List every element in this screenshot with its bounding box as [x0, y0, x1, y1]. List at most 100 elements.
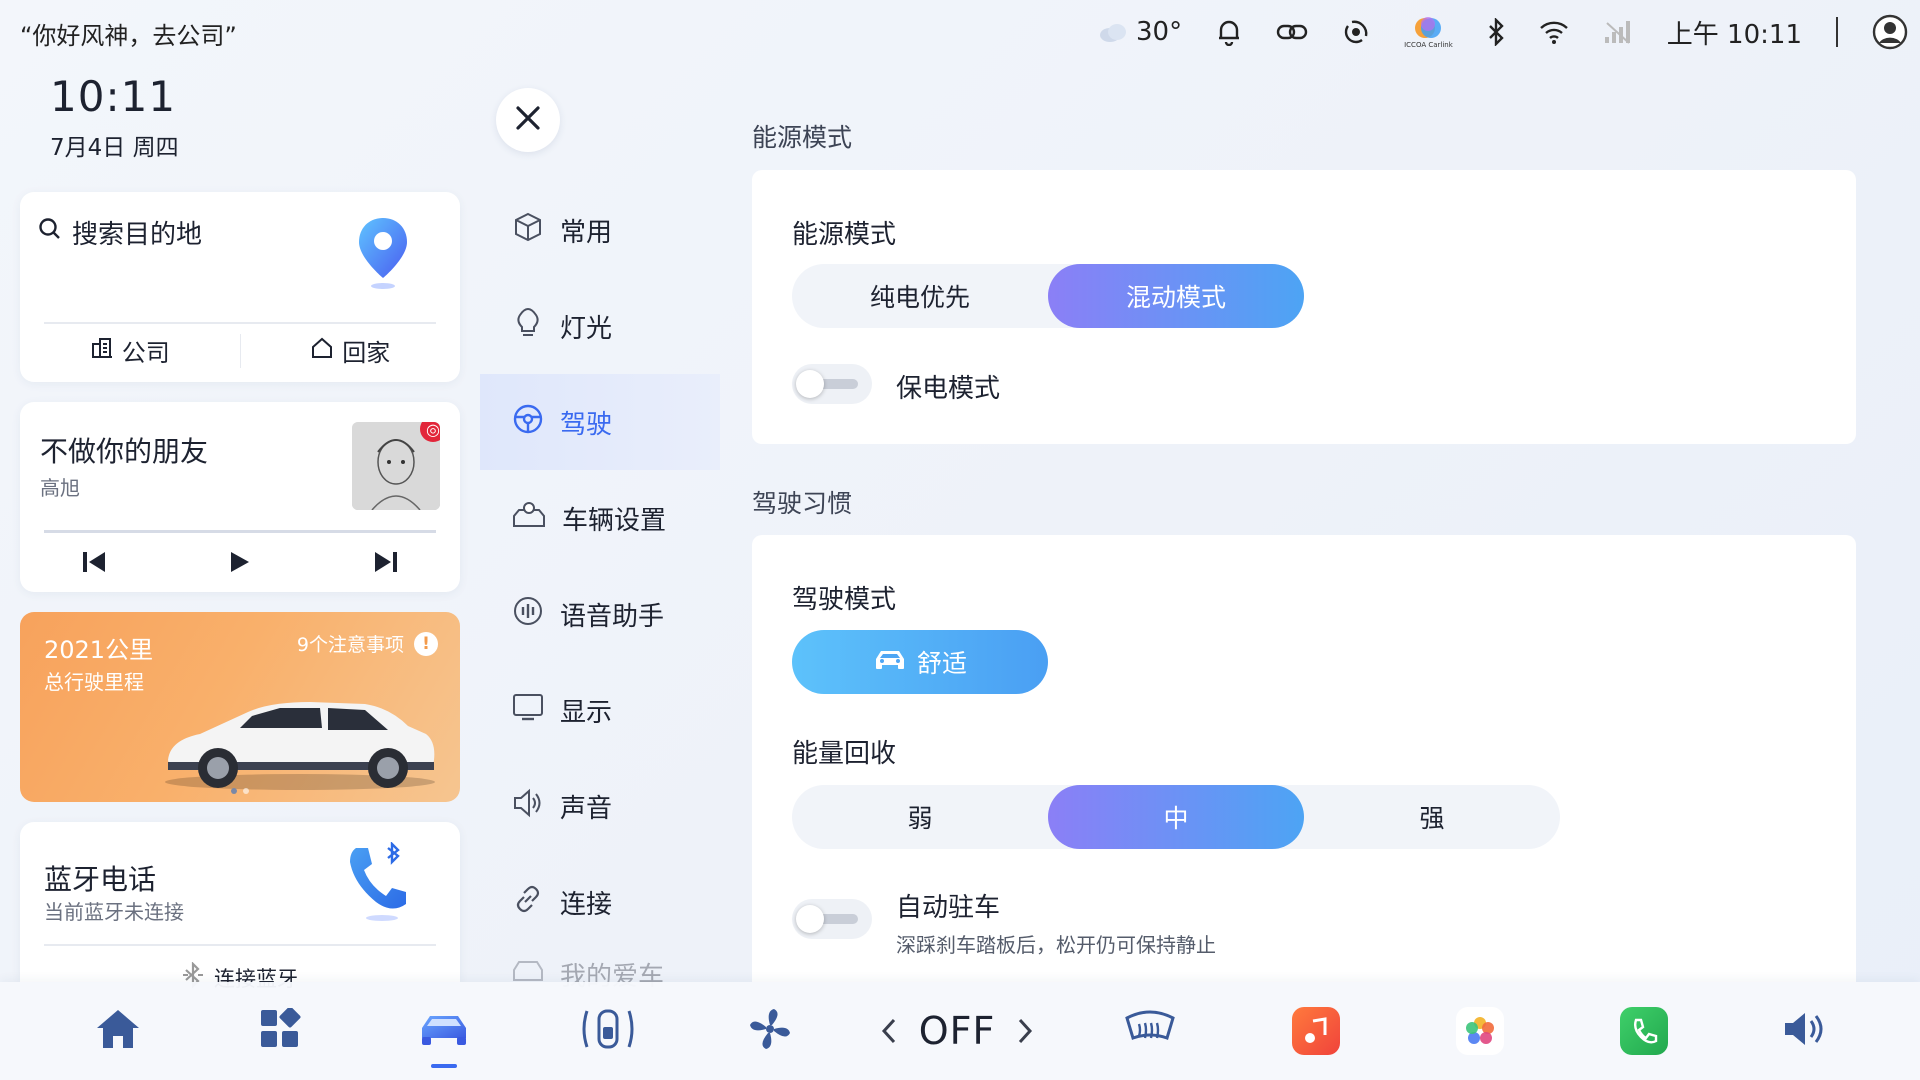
dock-car-button[interactable] [416, 982, 472, 1080]
bulb-icon [512, 307, 544, 346]
drive-mode-value: 舒适 [916, 649, 967, 678]
regen-option-medium[interactable]: 中 [1048, 785, 1304, 849]
notice-badge[interactable]: 9个注意事项 ! [297, 630, 438, 657]
defrost-icon [1123, 1008, 1177, 1054]
seat-icon [579, 1007, 637, 1055]
energy-mode-label: 能源模式 [792, 220, 897, 250]
regen-option-strong[interactable]: 强 [1304, 785, 1560, 849]
link-icon [512, 883, 544, 922]
phone-app-icon [1620, 1007, 1668, 1055]
music-card[interactable]: 不做你的朋友 高旭 ◎ [20, 402, 460, 592]
speaker-icon [512, 788, 544, 825]
home-button[interactable]: 回家 [241, 333, 461, 368]
suv-car-image [160, 682, 440, 796]
status-divider [1836, 17, 1838, 47]
dock-volume-button[interactable] [1780, 982, 1830, 1080]
playback-controls [20, 550, 460, 578]
house-icon [310, 336, 334, 366]
wifi-icon[interactable] [1539, 20, 1569, 44]
apps-icon [259, 1006, 301, 1054]
music-app-icon [1292, 1007, 1340, 1055]
nav-label: 灯光 [560, 313, 613, 344]
company-button[interactable]: 公司 [20, 333, 240, 368]
auto-hold-label: 自动驻车 [896, 893, 1001, 923]
nav-item-display[interactable]: 显示 [480, 662, 720, 758]
energy-option-electric[interactable]: 纯电优先 [792, 264, 1048, 328]
previous-track-icon[interactable] [81, 550, 107, 578]
drive-mode-comfort-button[interactable]: 舒适 [792, 630, 1048, 694]
dock-home-button[interactable] [92, 982, 144, 1080]
nav-label: 车辆设置 [562, 505, 667, 536]
signal-icon [1603, 19, 1633, 45]
bottom-dock: OFF [0, 982, 1920, 1080]
weather[interactable]: 30° [1098, 17, 1182, 47]
dock-music-app[interactable] [1292, 982, 1340, 1080]
dock-seat-button[interactable] [578, 982, 638, 1080]
settings-nav: 常用 灯光 驾驶 车辆设置 语音助手 显示 声音 连接 我的爱车 [480, 182, 720, 990]
energy-recovery-selector: 弱 中 强 [792, 785, 1560, 849]
nav-item-voice-assistant[interactable]: 语音助手 [480, 566, 720, 662]
song-title: 不做你的朋友 [40, 435, 209, 468]
card-separator [44, 944, 436, 946]
photos-app-icon [1456, 1007, 1504, 1055]
dock-apps-button[interactable] [256, 982, 304, 1080]
carlink-icon[interactable]: ICCOA Carlink [1404, 15, 1453, 49]
dock-photos-app[interactable] [1456, 982, 1504, 1080]
progress-bar[interactable] [44, 530, 436, 533]
regen-option-weak[interactable]: 弱 [792, 785, 1048, 849]
energy-option-hybrid[interactable]: 混动模式 [1048, 264, 1304, 328]
nav-item-sound[interactable]: 声音 [480, 758, 720, 854]
album-cover: ◎ [352, 422, 440, 510]
fan-speed-control: OFF [881, 982, 1033, 1080]
car-front-icon [873, 647, 907, 677]
fan-increase-button[interactable] [1017, 1009, 1033, 1053]
navigation-card: 搜索目的地 公司 回家 [20, 192, 460, 382]
monitor-icon [512, 692, 544, 729]
dock-defrost-button[interactable] [1122, 982, 1178, 1080]
status-time: 上午 10:11 [1666, 19, 1802, 50]
link-icon[interactable] [1276, 21, 1308, 43]
search-icon [38, 217, 62, 248]
battery-save-toggle[interactable] [792, 364, 872, 404]
nav-item-driving[interactable]: 驾驶 [480, 374, 720, 470]
user-avatar-icon[interactable] [1872, 14, 1908, 50]
volume-icon [1781, 1009, 1829, 1053]
next-track-icon[interactable] [373, 550, 399, 578]
total-mileage: 2021公里 [44, 636, 154, 664]
search-destination[interactable]: 搜索目的地 [38, 214, 202, 251]
drive-mode-selector: 舒适 [792, 630, 1048, 694]
auto-hold-toggle[interactable] [792, 899, 872, 939]
nav-item-lights[interactable]: 灯光 [480, 278, 720, 374]
nav-item-connection[interactable]: 连接 [480, 854, 720, 950]
total-mileage-label: 总行驶里程 [44, 670, 144, 694]
card-separator [44, 322, 436, 324]
dock-phone-app[interactable] [1620, 982, 1668, 1080]
fan-decrease-button[interactable] [881, 1009, 897, 1053]
dock-fan-button[interactable] [746, 982, 794, 1080]
bluetooth-phone-card[interactable]: 蓝牙电话 当前蓝牙未连接 连接蓝牙 [20, 822, 460, 991]
nav-item-vehicle-settings[interactable]: 车辆设置 [480, 470, 720, 566]
clock-time: 10:11 [50, 72, 177, 121]
home-icon [95, 1008, 141, 1054]
nav-label: 驾驶 [560, 409, 613, 440]
home-label: 回家 [342, 339, 391, 367]
carousel-dots[interactable] [231, 788, 249, 794]
status-bar: 30° ICCOA Carlink 上午 10:11 [1098, 12, 1908, 52]
bt-phone-status: 当前蓝牙未连接 [44, 900, 184, 924]
hotspot-icon[interactable] [1342, 18, 1370, 46]
bluetooth-icon[interactable] [1487, 18, 1505, 46]
close-settings-button[interactable] [496, 88, 560, 152]
nav-label: 连接 [560, 889, 613, 920]
vehicle-status-card[interactable]: 2021公里 总行驶里程 9个注意事项 ! [20, 612, 460, 802]
close-icon [515, 105, 541, 135]
voice-hint-text: “你好风神，去公司” [20, 22, 237, 50]
phone-bluetooth-icon [346, 841, 410, 926]
temperature-text: 30° [1136, 17, 1183, 47]
bell-icon[interactable] [1216, 18, 1242, 46]
fan-icon [748, 1007, 792, 1055]
driving-habits-panel: 驾驶模式 舒适 能量回收 弱 中 强 自动驻车 深踩刹车踏板后，松开仍可保持静止 [752, 535, 1856, 1005]
nav-item-common[interactable]: 常用 [480, 182, 720, 278]
nav-label: 常用 [560, 217, 613, 248]
play-icon[interactable] [229, 550, 251, 578]
cube-icon [512, 211, 544, 250]
